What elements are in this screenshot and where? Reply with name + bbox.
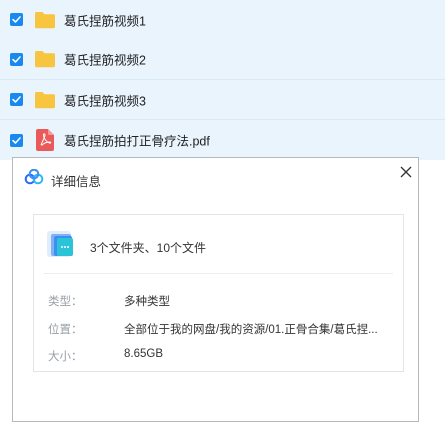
details-dialog: 详细信息 3个文件夹、10个文件 类型： 多种类型 位置： 全部位于我的网盘/我… — [12, 157, 419, 422]
file-name[interactable]: 葛氏捏筋视频1 — [64, 10, 146, 29]
file-name[interactable]: 葛氏捏筋视频2 — [64, 50, 146, 69]
size-value: 8.65GB — [124, 348, 163, 360]
pdf-icon — [36, 129, 54, 151]
checkbox-checked[interactable] — [10, 52, 23, 66]
close-icon[interactable] — [399, 165, 413, 179]
file-row-folder-1[interactable]: 葛氏捏筋视频1 — [0, 0, 445, 39]
dialog-title: 详细信息 — [51, 175, 102, 189]
checkbox-checked[interactable] — [10, 93, 23, 106]
folder-icon — [34, 91, 56, 109]
size-label: 大小： — [48, 351, 83, 363]
dialog-header: 详细信息 — [13, 158, 418, 198]
type-value: 多种类型 — [124, 296, 170, 308]
type-label: 类型： — [48, 296, 83, 308]
info-card: 3个文件夹、10个文件 类型： 多种类型 位置： 全部位于我的网盘/我的资源/0… — [33, 214, 404, 372]
folder-icon — [34, 11, 56, 29]
file-row-pdf[interactable]: 葛氏捏筋拍打正骨疗法.pdf — [0, 120, 445, 160]
multiple-files-icon — [45, 227, 77, 261]
baidu-netdisk-logo-icon — [24, 168, 44, 185]
location-label: 位置： — [48, 324, 83, 336]
file-name[interactable]: 葛氏捏筋视频3 — [64, 90, 146, 109]
file-name[interactable]: 葛氏捏筋拍打正骨疗法.pdf — [64, 131, 210, 150]
folder-icon — [34, 50, 56, 68]
file-row-folder-3[interactable]: 葛氏捏筋视频3 — [0, 80, 445, 120]
divider — [44, 273, 393, 274]
selection-summary: 3个文件夹、10个文件 — [90, 241, 207, 255]
checkbox-checked[interactable] — [10, 133, 23, 147]
checkbox-checked[interactable] — [10, 13, 23, 26]
file-row-folder-2[interactable]: 葛氏捏筋视频2 — [0, 39, 445, 80]
location-value: 全部位于我的网盘/我的资源/01.正骨合集/葛氏捏... — [124, 324, 378, 336]
